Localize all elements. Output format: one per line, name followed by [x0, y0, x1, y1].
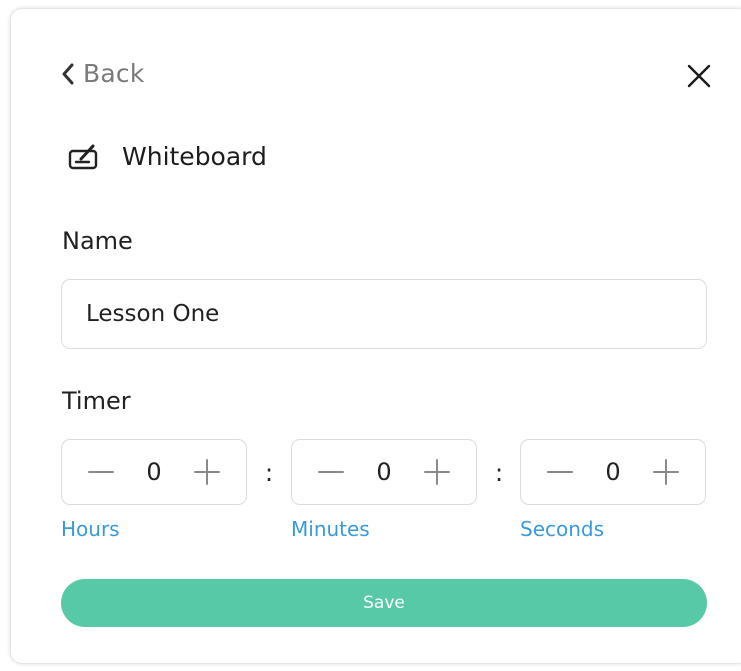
title-row: Whiteboard	[68, 142, 267, 171]
chevron-left-icon	[62, 63, 74, 84]
plus-icon	[194, 459, 220, 485]
whiteboard-icon	[68, 144, 98, 169]
plus-icon	[424, 459, 450, 485]
timer-label: Timer	[62, 387, 131, 415]
page-title: Whiteboard	[122, 142, 267, 171]
minutes-decrement-button[interactable]	[316, 457, 346, 487]
hours-increment-button[interactable]	[192, 457, 222, 487]
seconds-decrement-button[interactable]	[545, 457, 575, 487]
minutes-stepper: 0	[291, 439, 477, 505]
back-label: Back	[83, 59, 145, 88]
seconds-increment-button[interactable]	[651, 457, 681, 487]
minutes-increment-button[interactable]	[422, 457, 452, 487]
hours-decrement-button[interactable]	[86, 457, 116, 487]
back-button[interactable]: Back	[61, 59, 145, 88]
save-button[interactable]: Save	[61, 579, 707, 627]
name-label: Name	[62, 227, 133, 255]
close-icon[interactable]	[685, 62, 713, 90]
hours-value: 0	[146, 458, 162, 486]
hours-label: Hours	[61, 517, 120, 541]
seconds-label: Seconds	[520, 517, 605, 541]
whiteboard-settings-panel: Back Whiteboard Name Timer 0 :	[10, 8, 741, 664]
minus-icon	[318, 471, 344, 473]
plus-icon	[653, 459, 679, 485]
minus-icon	[88, 471, 114, 473]
minutes-label: Minutes	[291, 517, 370, 541]
seconds-stepper: 0	[520, 439, 706, 505]
name-input[interactable]	[61, 279, 707, 349]
seconds-value: 0	[605, 458, 621, 486]
hours-stepper: 0	[61, 439, 247, 505]
minutes-value: 0	[376, 458, 392, 486]
minus-icon	[547, 471, 573, 473]
time-separator: :	[265, 459, 274, 487]
time-separator: :	[495, 459, 504, 487]
